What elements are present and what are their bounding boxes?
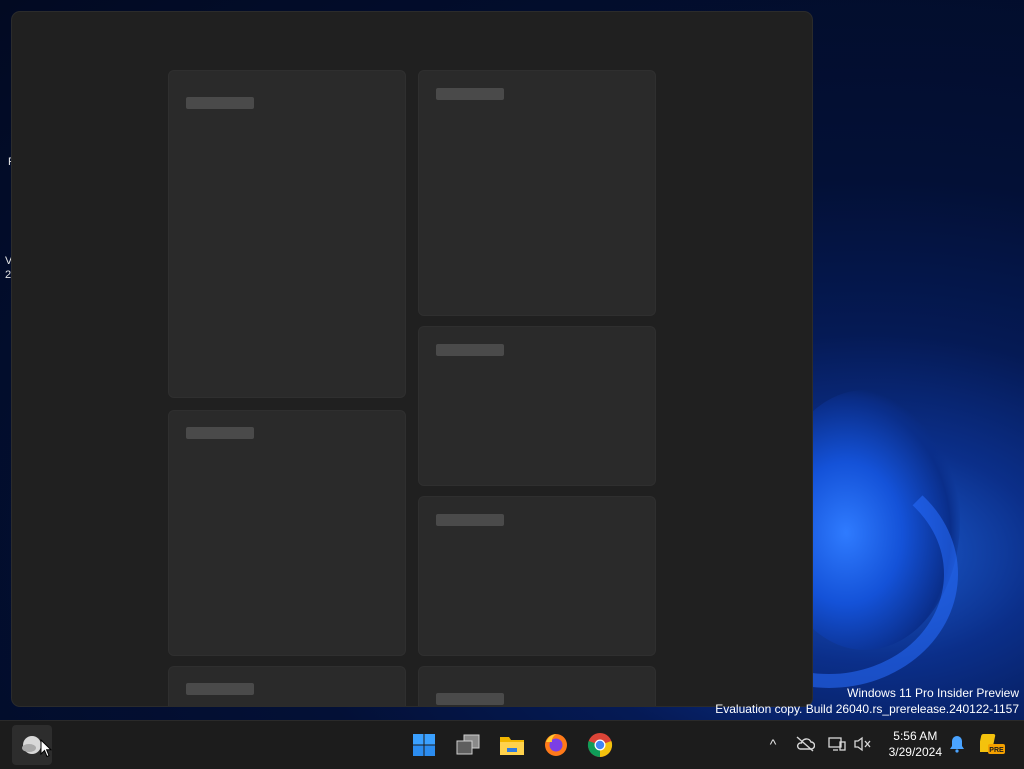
pre-badge-text: PRE (989, 747, 1004, 754)
widget-title-placeholder (436, 514, 504, 526)
taskbar: ^ 5:56 AM 3/29/2024 PRE (0, 720, 1024, 769)
windows-start-icon (413, 734, 435, 756)
widget-card-skeleton[interactable] (418, 496, 656, 656)
volume-button[interactable] (852, 733, 874, 755)
widget-card-skeleton[interactable] (168, 410, 406, 656)
firefox-button[interactable] (536, 725, 576, 765)
network-button[interactable] (826, 733, 848, 755)
widget-card-skeleton[interactable] (168, 666, 406, 706)
bell-icon (950, 736, 964, 753)
widgets-panel (12, 12, 812, 706)
folder-icon (500, 737, 524, 755)
date-text: 3/29/2024 (888, 745, 942, 759)
widget-card-skeleton[interactable] (418, 70, 656, 316)
chevron-up-icon: ^ (769, 736, 777, 752)
file-explorer-button[interactable] (492, 725, 532, 765)
notifications-button[interactable] (946, 733, 968, 755)
insider-pre-badge[interactable]: PRE (980, 733, 1006, 755)
widget-card-skeleton[interactable] (168, 70, 406, 398)
widget-title-placeholder (186, 97, 254, 109)
insider-pre-icon: PRE (980, 734, 1005, 754)
widget-card-skeleton[interactable] (418, 666, 656, 706)
network-icon (828, 737, 846, 751)
task-view-button[interactable] (448, 725, 488, 765)
watermark-line-1: Windows 11 Pro Insider Preview (847, 686, 1019, 700)
onedrive-status-button[interactable] (794, 733, 816, 755)
watermark-line-2: Evaluation copy. Build 26040.rs_prerelea… (715, 702, 1019, 716)
firefox-icon (545, 734, 567, 756)
chrome-button[interactable] (580, 725, 620, 765)
start-button[interactable] (404, 725, 444, 765)
chrome-icon (587, 733, 613, 758)
widget-title-placeholder (186, 427, 254, 439)
clock-button[interactable]: 5:56 AM 3/29/2024 (889, 728, 942, 760)
cloud-off-icon (796, 736, 815, 752)
widget-title-placeholder (436, 693, 504, 705)
widget-title-placeholder (436, 344, 504, 356)
time-text: 5:56 AM (893, 729, 938, 743)
mouse-cursor-icon (40, 739, 52, 758)
widget-title-placeholder (186, 683, 254, 695)
task-view-icon (456, 734, 480, 755)
show-hidden-icons-button[interactable]: ^ (762, 733, 784, 755)
widget-card-skeleton[interactable] (418, 326, 656, 486)
widget-title-placeholder (436, 88, 504, 100)
speaker-muted-icon (854, 736, 871, 752)
